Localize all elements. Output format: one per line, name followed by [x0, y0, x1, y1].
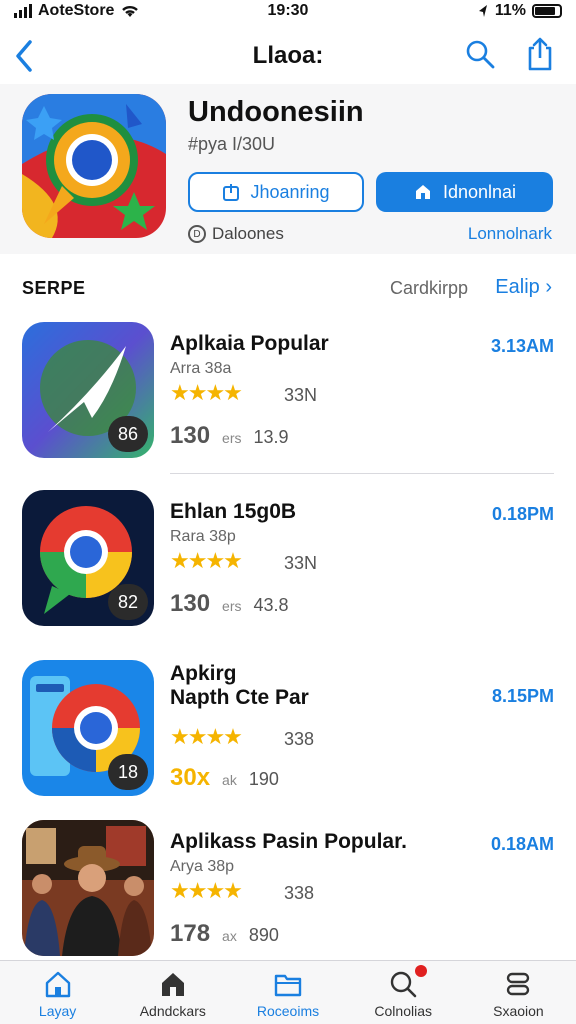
featured-app-subtitle: #pya I/30U: [188, 134, 276, 154]
app-stats: 178 ax 890: [170, 920, 279, 948]
tab-label: Layay: [38, 1003, 77, 1019]
rating-count: 33N: [284, 385, 318, 405]
tab-colnolias[interactable]: Colnolias: [346, 961, 461, 1024]
app-time: 0.18PM: [491, 504, 554, 524]
app-icon-1[interactable]: 86: [22, 322, 154, 458]
search-icon[interactable]: [464, 38, 496, 70]
folder-icon: [274, 974, 302, 997]
list-item[interactable]: Aplikass Pasin Popular. 0.18AM Arya 38p …: [22, 820, 554, 960]
search-icon: [391, 971, 417, 998]
app-time: 8.15PM: [491, 686, 554, 706]
rating-count: 33N: [284, 553, 318, 573]
battery-percent: 11%: [494, 2, 526, 19]
rating-count: 338: [284, 883, 315, 903]
stat-unit: ers: [222, 430, 242, 446]
see-all-label: Ealip: [495, 276, 540, 298]
stack-icon: [507, 972, 530, 996]
app-badge: 18: [108, 754, 148, 790]
app-stats: 130 ers 13.9: [170, 422, 289, 450]
location-icon: [478, 5, 487, 17]
nav-bar: Llaoa:: [0, 30, 576, 82]
app-title[interactable]: Ehlan 15g0B: [170, 500, 460, 524]
home-icon: [45, 971, 70, 998]
app-stats: 130 ers 43.8: [170, 590, 289, 618]
app-title[interactable]: Aplkaia Popular: [170, 332, 460, 356]
bookmark-icon: [223, 184, 240, 201]
rating-stars: ★★★★: [170, 380, 243, 405]
stat-secondary: 890: [248, 925, 279, 945]
rating-count: 338: [284, 729, 315, 749]
app-title[interactable]: Apkirg Napth Cte Par: [170, 662, 460, 710]
tab-adndckars[interactable]: Adndckars: [115, 961, 230, 1024]
stat-unit: ax: [222, 928, 237, 944]
status-right: 11%: [477, 2, 562, 20]
app-subtitle: Arya 38p: [170, 858, 235, 875]
app-icon-3[interactable]: 18: [22, 660, 154, 796]
stat-unit: ers: [222, 598, 242, 614]
app-stats: 30x ak 190: [170, 764, 279, 792]
tab-sxaoion[interactable]: Sxaoion: [461, 961, 576, 1024]
app-time: 3.13AM: [490, 336, 554, 356]
app-title[interactable]: Aplikass Pasin Popular.: [170, 830, 460, 854]
section-title: SERPE: [22, 278, 86, 298]
rating-stars: ★★★★: [170, 548, 243, 573]
divider: [170, 473, 554, 474]
notification-dot-icon: [414, 965, 427, 977]
chevron-right-icon: ›: [539, 276, 552, 298]
share-icon[interactable]: [524, 36, 556, 72]
tab-layay[interactable]: Layay: [0, 961, 115, 1024]
tab-label: Sxaoion: [493, 1003, 544, 1019]
house-filled-icon: [161, 973, 184, 996]
tab-roceoims[interactable]: Roceoims: [230, 961, 345, 1024]
primary-action-button[interactable]: Idnonlnai: [376, 172, 553, 212]
stat-primary: 178: [170, 920, 211, 947]
secondary-action-button[interactable]: Jhoanring: [188, 172, 364, 212]
rating-stars: ★★★★: [170, 878, 243, 903]
section-see-all-link[interactable]: Ealip ›: [495, 276, 552, 299]
stat-unit: ak: [222, 772, 237, 788]
rating-stars: ★★★★: [170, 724, 243, 749]
stat-primary: 30x: [170, 764, 211, 791]
primary-action-label: Idnonlnai: [442, 181, 517, 202]
list-item[interactable]: 86 Aplkaia Popular 3.13AM Arra 38a ★★★★ …: [22, 322, 554, 462]
featured-app-name: Undoonesiin: [188, 96, 364, 128]
app-time: 0.18AM: [490, 834, 554, 854]
app-badge: 86: [108, 416, 148, 452]
featured-app-header: Undoonesiin #pya I/30U Jhoanring Idnonln…: [0, 84, 576, 254]
list-item[interactable]: 18 Apkirg Napth Cte Par 8.15PM ★★★★ 338 …: [22, 660, 554, 800]
status-bar: AoteStore 19:30 11%: [0, 0, 576, 24]
download-icon: [415, 185, 430, 199]
list-item[interactable]: 82 Ehlan 15g0B 0.18PM Rara 38p ★★★★ 33N …: [22, 490, 554, 630]
tab-label: Roceoims: [256, 1003, 320, 1019]
section-secondary-label: Cardkirpp: [389, 278, 468, 298]
secondary-action-label: Jhoanring: [250, 181, 330, 202]
app-icon-2[interactable]: 82: [22, 490, 154, 626]
stat-secondary: 13.9: [253, 427, 289, 447]
app-badge: 82: [108, 584, 148, 620]
section-header: SERPE Cardkirpp Ealip ›: [22, 276, 552, 304]
tab-label: Adndckars: [139, 1003, 206, 1019]
featured-app-meta: D Daloones: [188, 224, 284, 244]
stat-secondary: 43.8: [253, 595, 289, 615]
app-subtitle: Arra 38a: [170, 360, 232, 377]
tab-bar: Layay Adndckars Roceoims Colnolias Sxaoi…: [0, 960, 576, 1024]
featured-app-meta-label: Daloones: [212, 224, 284, 243]
app-subtitle: Rara 38p: [170, 528, 236, 545]
stat-primary: 130: [170, 422, 211, 449]
featured-app-icon[interactable]: [22, 94, 166, 238]
featured-app-link[interactable]: Lonnolnark: [468, 224, 552, 244]
stat-primary: 130: [170, 590, 211, 617]
tab-label: Colnolias: [374, 1003, 432, 1019]
battery-icon: [532, 4, 562, 18]
app-icon-4[interactable]: [22, 820, 154, 956]
info-icon: D: [188, 225, 206, 243]
stat-secondary: 190: [248, 769, 279, 789]
